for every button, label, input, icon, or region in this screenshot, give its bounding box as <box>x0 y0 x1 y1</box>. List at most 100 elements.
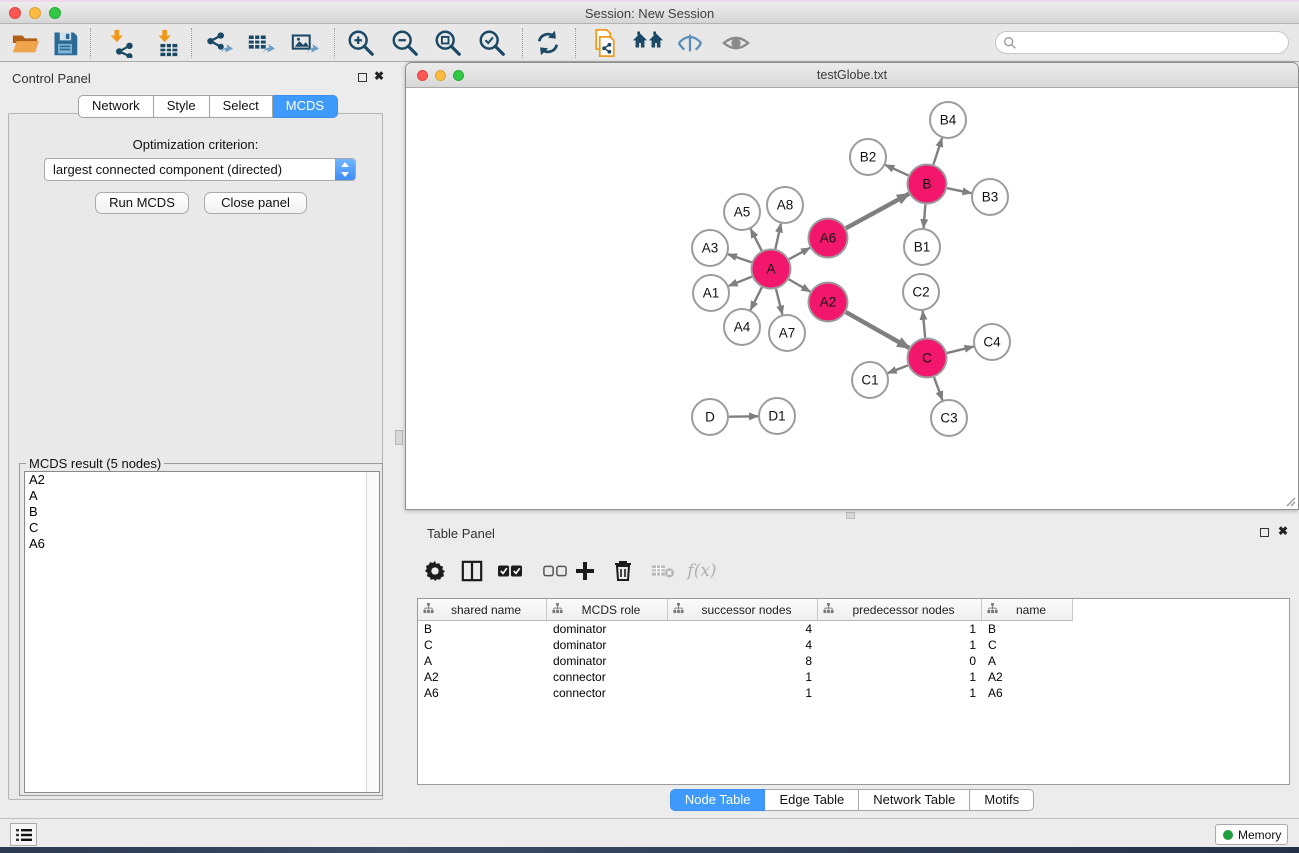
cell-mcds-role[interactable]: dominator <box>547 621 668 637</box>
export-table-icon[interactable] <box>245 28 277 58</box>
table-close-icon[interactable]: ✖ <box>1278 524 1288 538</box>
node-B2[interactable]: B2 <box>850 139 886 175</box>
edge-A-A5[interactable] <box>751 229 762 251</box>
split-view-icon[interactable] <box>455 555 489 587</box>
cell-predecessor-nodes[interactable]: 1 <box>818 637 982 653</box>
node-B[interactable]: B <box>908 165 947 204</box>
float-panel-icon[interactable] <box>358 73 367 82</box>
splitter-grip[interactable] <box>846 512 855 519</box>
cell-successor-nodes[interactable]: 1 <box>668 685 818 701</box>
node-A4[interactable]: A4 <box>724 309 760 345</box>
network-canvas[interactable]: B4B2BB3A8A5A6B1A3AA1C2A2A4A7C4CC1C3DD1 <box>406 88 1298 509</box>
node-C[interactable]: C <box>908 339 947 378</box>
cell-shared-name[interactable]: A6 <box>418 685 547 701</box>
result-item[interactable]: B <box>25 504 379 520</box>
edge-A-A7[interactable] <box>776 289 782 315</box>
delete-column-icon[interactable] <box>606 555 640 587</box>
close-panel-icon[interactable]: ✖ <box>374 69 384 83</box>
export-image-icon[interactable] <box>289 28 321 58</box>
cell-mcds-role[interactable]: dominator <box>547 653 668 669</box>
resize-grip-icon[interactable] <box>1284 495 1296 507</box>
import-table-icon[interactable] <box>151 28 183 58</box>
node-C1[interactable]: C1 <box>852 362 888 398</box>
run-mcds-button[interactable]: Run MCDS <box>95 192 189 214</box>
cell-shared-name[interactable]: A <box>418 653 547 669</box>
node-C4[interactable]: C4 <box>974 324 1010 360</box>
edge-A-A6[interactable] <box>789 248 810 259</box>
tab-network-table[interactable]: Network Table <box>859 789 970 811</box>
search-field[interactable] <box>995 31 1289 54</box>
edge-A-A1[interactable] <box>729 277 752 286</box>
cell-mcds-role[interactable]: connector <box>547 685 668 701</box>
node-A[interactable]: A <box>752 250 791 289</box>
home-icon[interactable] <box>632 28 664 58</box>
cell-predecessor-nodes[interactable]: 1 <box>818 669 982 685</box>
edge-B-B1[interactable] <box>924 204 926 228</box>
column-header-mcds-role[interactable]: MCDS role <box>547 599 668 621</box>
cell-shared-name[interactable]: A2 <box>418 669 547 685</box>
edge-A-A8[interactable] <box>775 224 781 249</box>
divider-grip[interactable] <box>395 430 403 445</box>
memory-button[interactable]: Memory <box>1215 824 1288 845</box>
cell-successor-nodes[interactable]: 8 <box>668 653 818 669</box>
delete-table-icon[interactable] <box>646 555 680 587</box>
edge-B-B3[interactable] <box>947 188 971 193</box>
result-item[interactable]: A <box>25 488 379 504</box>
column-header-shared-name[interactable]: shared name <box>418 599 547 621</box>
zoom-fit-icon[interactable] <box>432 28 464 58</box>
result-item[interactable]: A2 <box>25 472 379 488</box>
open-session-icon[interactable] <box>9 28 41 58</box>
edge-A6-B[interactable] <box>846 194 909 228</box>
cell-successor-nodes[interactable]: 1 <box>668 669 818 685</box>
node-D1[interactable]: D1 <box>759 398 795 434</box>
cell-name[interactable]: A <box>982 653 1073 669</box>
mcds-result-list[interactable]: A2ABCA6 <box>24 471 380 793</box>
tab-network[interactable]: Network <box>78 95 154 118</box>
clone-network-icon[interactable] <box>589 28 621 58</box>
function-builder-icon[interactable]: f(x) <box>685 555 719 587</box>
node-A3[interactable]: A3 <box>692 230 728 266</box>
export-network-icon[interactable] <box>202 28 234 58</box>
node-A7[interactable]: A7 <box>769 315 805 351</box>
tab-edge-table[interactable]: Edge Table <box>765 789 859 811</box>
settings-icon[interactable] <box>418 555 452 587</box>
edge-C-C2[interactable] <box>923 311 925 338</box>
node-C2[interactable]: C2 <box>903 274 939 310</box>
network-window-titlebar[interactable]: testGlobe.txt <box>406 63 1298 88</box>
result-item[interactable]: C <box>25 520 379 536</box>
edge-C-C3[interactable] <box>934 377 942 400</box>
cell-successor-nodes[interactable]: 4 <box>668 637 818 653</box>
refresh-icon[interactable] <box>532 28 564 58</box>
node-table[interactable]: shared nameMCDS rolesuccessor nodesprede… <box>417 598 1290 785</box>
cell-name[interactable]: A2 <box>982 669 1073 685</box>
node-D[interactable]: D <box>692 399 728 435</box>
tab-node-table[interactable]: Node Table <box>670 789 766 811</box>
tab-mcds[interactable]: MCDS <box>273 95 338 118</box>
criterion-dropdown[interactable]: largest connected component (directed) <box>44 158 356 181</box>
table-row[interactable]: A2connector11A2 <box>418 669 1289 685</box>
add-column-icon[interactable] <box>568 555 602 587</box>
edge-C-C1[interactable] <box>888 365 908 373</box>
node-A1[interactable]: A1 <box>693 275 729 311</box>
table-row[interactable]: Bdominator41B <box>418 621 1289 637</box>
cell-name[interactable]: A6 <box>982 685 1073 701</box>
node-A2[interactable]: A2 <box>809 283 848 322</box>
node-B3[interactable]: B3 <box>972 179 1008 215</box>
select-all-icon[interactable] <box>493 555 527 587</box>
table-row[interactable]: Adominator80A <box>418 653 1289 669</box>
zoom-out-icon[interactable] <box>389 28 421 58</box>
tab-style[interactable]: Style <box>154 95 210 118</box>
node-A8[interactable]: A8 <box>767 187 803 223</box>
column-header-name[interactable]: name <box>982 599 1073 621</box>
column-header-successor-nodes[interactable]: successor nodes <box>668 599 818 621</box>
table-float-icon[interactable] <box>1260 528 1269 537</box>
cell-predecessor-nodes[interactable]: 0 <box>818 653 982 669</box>
cell-successor-nodes[interactable]: 4 <box>668 621 818 637</box>
tab-select[interactable]: Select <box>210 95 273 118</box>
close-panel-button[interactable]: Close panel <box>204 192 307 214</box>
column-header-predecessor-nodes[interactable]: predecessor nodes <box>818 599 982 621</box>
zoom-in-icon[interactable] <box>345 28 377 58</box>
graph-nodes[interactable]: B4B2BB3A8A5A6B1A3AA1C2A2A4A7C4CC1C3DD1 <box>692 102 1010 436</box>
node-C3[interactable]: C3 <box>931 400 967 436</box>
node-B4[interactable]: B4 <box>930 102 966 138</box>
